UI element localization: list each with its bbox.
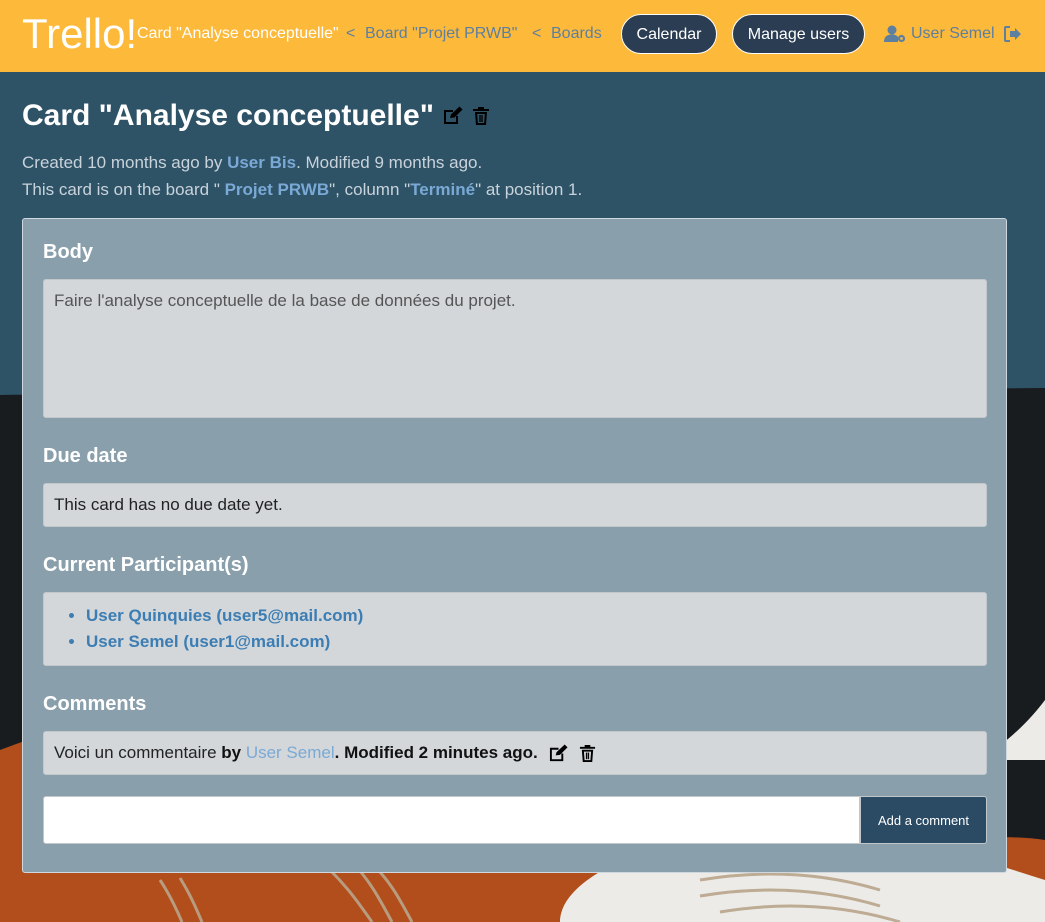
current-user-link[interactable]: User Semel bbox=[884, 24, 995, 44]
column-link[interactable]: Terminé bbox=[410, 180, 475, 199]
participants-box: User Quinquies (user5@mail.com) User Sem… bbox=[43, 592, 987, 666]
author-link[interactable]: User Bis bbox=[227, 153, 296, 172]
top-navbar: Trello! Card "Analyse conceptuelle" < Bo… bbox=[0, 0, 1045, 72]
edit-comment-button[interactable] bbox=[548, 743, 569, 763]
comment-author-link[interactable]: User Semel bbox=[246, 732, 335, 774]
participants-heading: Current Participant(s) bbox=[43, 554, 249, 576]
logout-icon bbox=[1004, 26, 1021, 42]
comment-text: Voici un commentaire bbox=[54, 743, 222, 762]
participant-item[interactable]: User Semel (user1@mail.com) bbox=[86, 629, 986, 655]
comment-by: by bbox=[221, 743, 246, 762]
edit-icon bbox=[549, 743, 568, 761]
card-location-line: This card is on the board " Projet PRWB"… bbox=[22, 180, 583, 199]
trash-icon bbox=[472, 107, 489, 125]
page-title: Card "Analyse conceptuelle" bbox=[22, 98, 490, 134]
breadcrumb-separator: < bbox=[346, 25, 356, 42]
delete-card-button[interactable] bbox=[472, 106, 490, 126]
trash-icon bbox=[579, 744, 595, 762]
main-content: Card "Analyse conceptuelle" Created 10 m… bbox=[0, 72, 1045, 922]
due-date-box: This card has no due date yet. bbox=[43, 483, 987, 527]
add-comment-button[interactable]: Add a comment bbox=[860, 796, 987, 844]
delete-comment-button[interactable] bbox=[579, 744, 596, 763]
body-text: Faire l'analyse conceptuelle de la base … bbox=[54, 291, 516, 310]
brand-logo[interactable]: Trello! bbox=[22, 8, 137, 60]
calendar-button[interactable]: Calendar bbox=[621, 14, 717, 54]
body-textarea[interactable]: Faire l'analyse conceptuelle de la base … bbox=[43, 279, 987, 418]
comment-item: Voici un commentaire by User Semel. Modi… bbox=[43, 731, 987, 775]
card-created-line: Created 10 months ago by User Bis. Modif… bbox=[22, 153, 483, 172]
card-details-panel: Body Faire l'analyse conceptuelle de la … bbox=[22, 218, 1007, 873]
logout-button[interactable] bbox=[1004, 26, 1022, 47]
participants-list: User Quinquies (user5@mail.com) User Sem… bbox=[44, 593, 986, 655]
user-gear-icon bbox=[884, 25, 906, 43]
due-date-text: This card has no due date yet. bbox=[54, 495, 283, 514]
comment-modified: . Modified 2 minutes ago. bbox=[334, 743, 538, 762]
edit-icon bbox=[443, 106, 463, 124]
card-meta: Created 10 months ago by User Bis. Modif… bbox=[22, 149, 582, 203]
comments-heading: Comments bbox=[43, 693, 147, 715]
add-comment-form: Add a comment bbox=[43, 796, 987, 844]
breadcrumb-board-link[interactable]: Board "Projet PRWB" bbox=[365, 25, 517, 43]
breadcrumb-separator: < bbox=[532, 25, 542, 42]
participant-item[interactable]: User Quinquies (user5@mail.com) bbox=[86, 603, 986, 629]
comment-input[interactable] bbox=[43, 796, 860, 844]
body-heading: Body bbox=[43, 241, 93, 263]
edit-card-button[interactable] bbox=[442, 106, 464, 126]
breadcrumb-boards-link[interactable]: Boards bbox=[551, 25, 602, 43]
due-date-heading: Due date bbox=[43, 445, 128, 467]
current-user-name: User Semel bbox=[911, 25, 995, 42]
card-title: Card "Analyse conceptuelle" bbox=[22, 99, 434, 132]
board-link[interactable]: Projet PRWB bbox=[225, 180, 330, 199]
manage-users-button[interactable]: Manage users bbox=[732, 14, 865, 54]
breadcrumb-current-card: Card "Analyse conceptuelle" bbox=[137, 25, 339, 42]
